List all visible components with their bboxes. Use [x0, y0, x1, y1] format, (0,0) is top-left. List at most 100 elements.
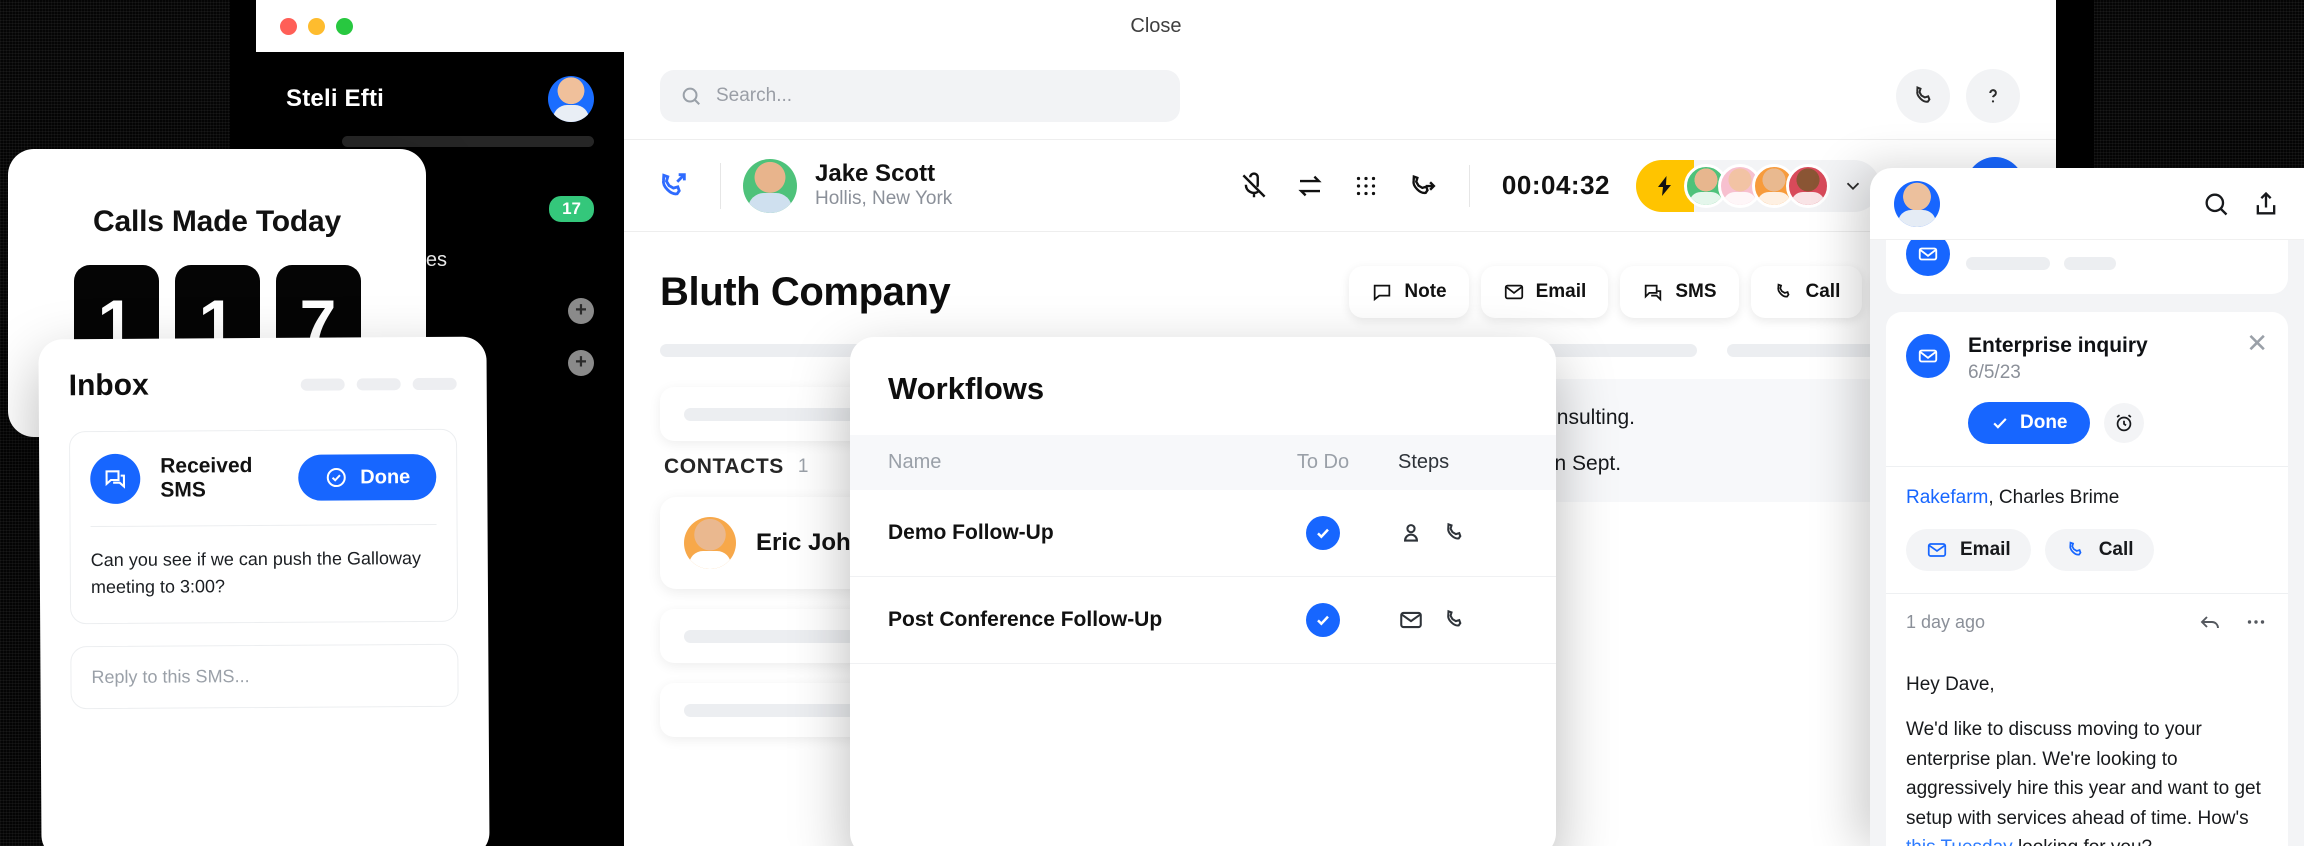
page-title: Bluth Company: [660, 269, 951, 314]
filter-pill[interactable]: [300, 378, 345, 391]
date-link[interactable]: this Tuesday: [1906, 837, 2013, 846]
email-icon[interactable]: [1398, 607, 1424, 633]
help-button[interactable]: [1966, 68, 2020, 123]
transfer-icon[interactable]: [1295, 171, 1325, 201]
activity-item-partial[interactable]: [1886, 240, 2288, 294]
screenshot-root: Close Steli Efti Inbox 17: [0, 0, 2304, 846]
call-icon: [1776, 283, 1789, 298]
skeleton-group: [1966, 256, 2116, 270]
top-search-bar: Search...: [624, 52, 2056, 140]
workflows-card: Workflows Name To Do Steps Demo Follow-U…: [850, 337, 1556, 846]
sidebar-user[interactable]: Steli Efti: [256, 68, 624, 122]
reply-icon[interactable]: [2198, 610, 2222, 634]
activity-panel-actions: [2202, 190, 2280, 218]
maximize-window-button[interactable]: [336, 17, 353, 35]
divider: [1468, 164, 1470, 207]
company-link[interactable]: Rakefarm: [1906, 487, 1988, 508]
workflow-steps: [1398, 607, 1518, 633]
check-circle-icon: [326, 468, 346, 488]
skeleton-bar: [1966, 256, 2050, 270]
more-icon[interactable]: [2244, 610, 2268, 634]
activity-card-header: Enterprise inquiry 6/5/23 ✕: [1886, 312, 2288, 402]
inbox-sms-header: Received SMS Done: [90, 452, 437, 505]
search-input[interactable]: Search...: [660, 69, 1180, 122]
avatar[interactable]: [1894, 180, 1940, 227]
table-row[interactable]: Demo Follow-Up: [850, 490, 1556, 577]
close-window-button[interactable]: [280, 17, 297, 35]
window-traffic-lights[interactable]: [280, 17, 353, 35]
button-label: Call: [1805, 281, 1841, 302]
close-label[interactable]: Close: [256, 15, 2056, 38]
window-titlebar: Close: [256, 0, 2056, 52]
avatar[interactable]: [548, 76, 594, 122]
search-placeholder: Search...: [716, 84, 793, 106]
inbox-filter-pills[interactable]: [300, 377, 457, 391]
email-body: Hey Dave, We'd like to discuss moving to…: [1886, 650, 2288, 846]
call-contact-info: Jake Scott Hollis, New York: [815, 160, 952, 211]
workflow-todo-status[interactable]: [1248, 603, 1398, 637]
chevron-down-icon[interactable]: [1842, 175, 1864, 197]
activity-panel-body: Enterprise inquiry 6/5/23 ✕ Done Rakefar…: [1870, 240, 2304, 846]
phone-icon[interactable]: [1442, 520, 1468, 546]
email-button[interactable]: Email: [1906, 529, 2031, 571]
add-contact-button[interactable]: +: [568, 350, 594, 376]
email-button[interactable]: Email: [1480, 266, 1609, 318]
activity-card-buttons: Done: [1886, 402, 2288, 466]
call-contact-location: Hollis, New York: [815, 188, 953, 210]
note-button[interactable]: Note: [1349, 266, 1469, 318]
close-icon[interactable]: ✕: [2246, 330, 2268, 356]
call-button[interactable]: Call: [2044, 529, 2154, 571]
done-label: Done: [2020, 412, 2068, 433]
person-icon[interactable]: [1398, 520, 1424, 546]
filter-pill[interactable]: [356, 378, 401, 391]
inbox-title: Inbox: [68, 368, 149, 403]
workflows-table-header: Name To Do Steps: [850, 435, 1556, 490]
participant-avatar: [1786, 163, 1830, 208]
reply-input[interactable]: Reply to this SMS...: [70, 643, 459, 710]
call-button[interactable]: [1896, 68, 1950, 123]
phone-icon: [2069, 541, 2082, 556]
sms-icon: [1645, 284, 1662, 302]
email-icon: [1906, 240, 1950, 276]
contacts-title: CONTACTS: [664, 455, 784, 478]
check-icon: [1993, 418, 2007, 429]
keypad-icon[interactable]: [1351, 171, 1381, 201]
check-icon: [1306, 603, 1340, 637]
done-button[interactable]: Done: [298, 453, 437, 501]
sidebar-search-placeholder-bar[interactable]: [342, 136, 594, 147]
done-button[interactable]: Done: [1968, 402, 2090, 444]
activity-card: Enterprise inquiry 6/5/23 ✕ Done Rakefar…: [1886, 312, 2288, 846]
minimize-window-button[interactable]: [308, 17, 325, 35]
email-greeting: Hey Dave,: [1906, 674, 1995, 695]
call-participants[interactable]: [1636, 159, 1880, 212]
share-icon[interactable]: [2252, 190, 2280, 218]
column-header-name: Name: [888, 451, 942, 473]
sms-button[interactable]: SMS: [1620, 266, 1739, 318]
inbox-badge: 17: [549, 196, 594, 222]
workflow-name: Post Conference Follow-Up: [888, 608, 1163, 631]
sms-icon: [90, 453, 141, 505]
call-action-button[interactable]: Call: [1750, 266, 1863, 318]
filter-pill[interactable]: [412, 377, 457, 391]
activity-date: 6/5/23: [1968, 362, 2021, 383]
table-row[interactable]: Post Conference Follow-Up: [850, 577, 1556, 664]
email-text-pre: We'd like to discuss moving to your ente…: [1906, 719, 2261, 829]
alarm-icon[interactable]: [2103, 403, 2144, 443]
question-icon: [1989, 88, 1997, 102]
add-lead-button[interactable]: +: [568, 298, 594, 324]
separator: ,: [1988, 487, 1999, 508]
outbound-call-icon: [656, 169, 700, 203]
calls-card-title: Calls Made Today: [93, 204, 341, 238]
workflow-steps: [1398, 520, 1518, 546]
call-contact-avatar: [743, 158, 797, 213]
phone-icon[interactable]: [1442, 607, 1468, 633]
workflow-todo-status[interactable]: [1248, 516, 1398, 550]
add-call-icon[interactable]: [1407, 171, 1437, 201]
button-label: Email: [1960, 539, 2011, 560]
search-icon[interactable]: [2202, 190, 2230, 218]
active-call-bar: Jake Scott Hollis, New York 00:04:32: [624, 140, 2056, 232]
inbox-header: Inbox: [69, 367, 457, 403]
divider: [720, 162, 721, 209]
mute-off-icon[interactable]: [1239, 171, 1269, 201]
contacts-count: 1: [797, 456, 809, 477]
